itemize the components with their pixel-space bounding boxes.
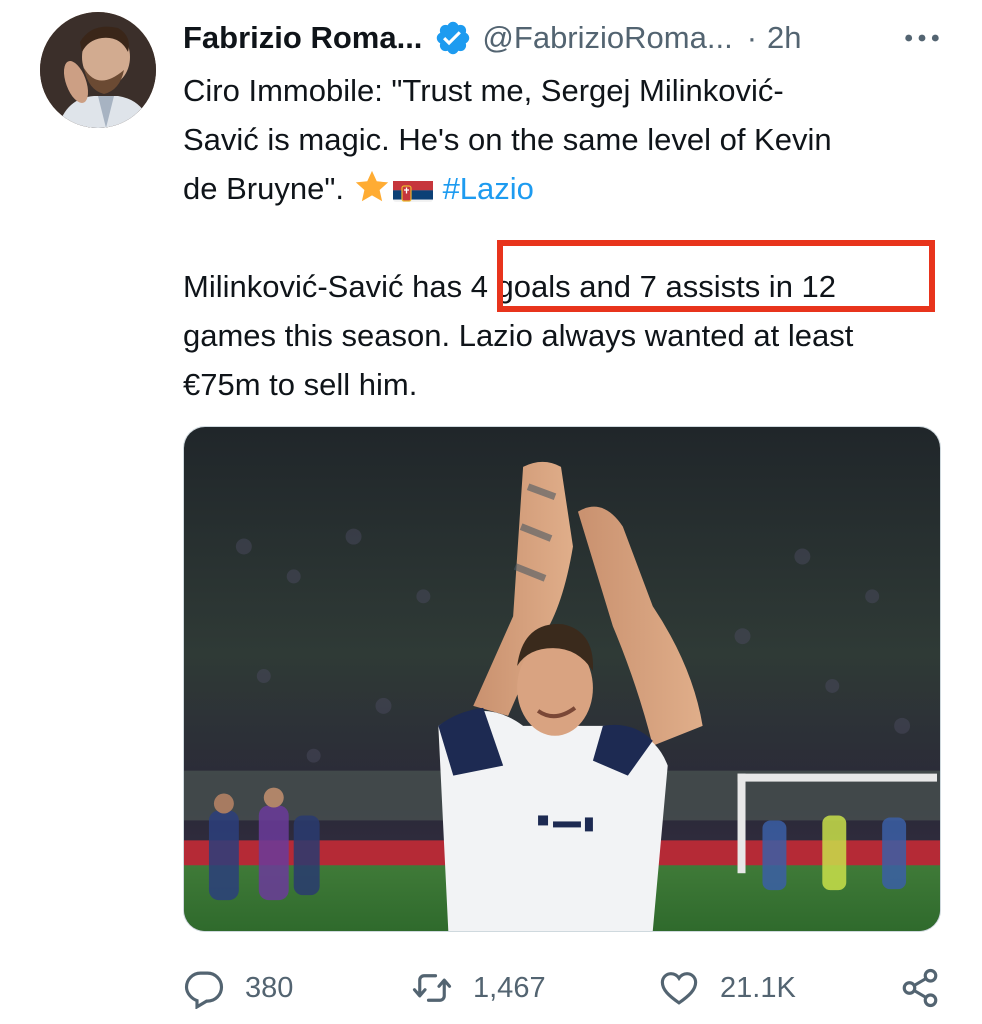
- star-emoji-icon: [353, 168, 391, 206]
- author-handle[interactable]: @FabrizioRoma...: [482, 20, 732, 56]
- reply-button[interactable]: 380: [183, 960, 293, 1016]
- tweet-text: Ciro Immobile: "Trust me, Sergej Milinko…: [183, 66, 943, 409]
- reply-count: 380: [245, 971, 294, 1004]
- football-player-photo-icon: [184, 427, 940, 931]
- tweet-text-line: €75m to sell him.: [183, 367, 418, 402]
- tweet-header: Fabrizio Roma... @FabrizioRoma... · 2h: [183, 16, 942, 60]
- retweet-icon: [412, 974, 452, 1002]
- serbia-flag-emoji-icon: [392, 174, 433, 202]
- tweet-text-line: games this season. Lazio always wanted a…: [183, 318, 854, 353]
- tweet-actions: 380 1,467 21.1K: [183, 960, 943, 1016]
- tweet: Fabrizio Roma... @FabrizioRoma... · 2h C…: [0, 0, 982, 1024]
- profile-photo-icon: [40, 12, 156, 128]
- heart-icon: [660, 972, 698, 1005]
- reply-icon: [184, 971, 224, 1009]
- verified-badge-icon: [434, 19, 472, 57]
- tweet-text-line: de Bruyne". #Lazio: [183, 164, 943, 213]
- retweet-button[interactable]: 1,467: [411, 960, 546, 1016]
- share-icon: [902, 968, 938, 1008]
- avatar[interactable]: [40, 12, 156, 128]
- like-button[interactable]: 21.1K: [658, 960, 796, 1016]
- tweet-timestamp[interactable]: 2h: [767, 20, 801, 56]
- retweet-count: 1,467: [473, 971, 546, 1004]
- like-count: 21.1K: [720, 971, 796, 1004]
- highlight-annotation-box: [497, 240, 935, 312]
- author-name[interactable]: Fabrizio Roma...: [183, 20, 422, 56]
- tweet-text-line: Savić is magic. He's on the same level o…: [183, 122, 832, 157]
- more-options-icon[interactable]: [902, 18, 942, 58]
- tweet-text-line: Ciro Immobile: "Trust me, Sergej Milinko…: [183, 73, 784, 108]
- tweet-text-segment: de Bruyne".: [183, 171, 344, 206]
- separator-dot: ·: [746, 20, 758, 55]
- hashtag-link[interactable]: #Lazio: [443, 171, 534, 206]
- share-button[interactable]: [899, 960, 941, 1016]
- tweet-image[interactable]: [183, 426, 941, 932]
